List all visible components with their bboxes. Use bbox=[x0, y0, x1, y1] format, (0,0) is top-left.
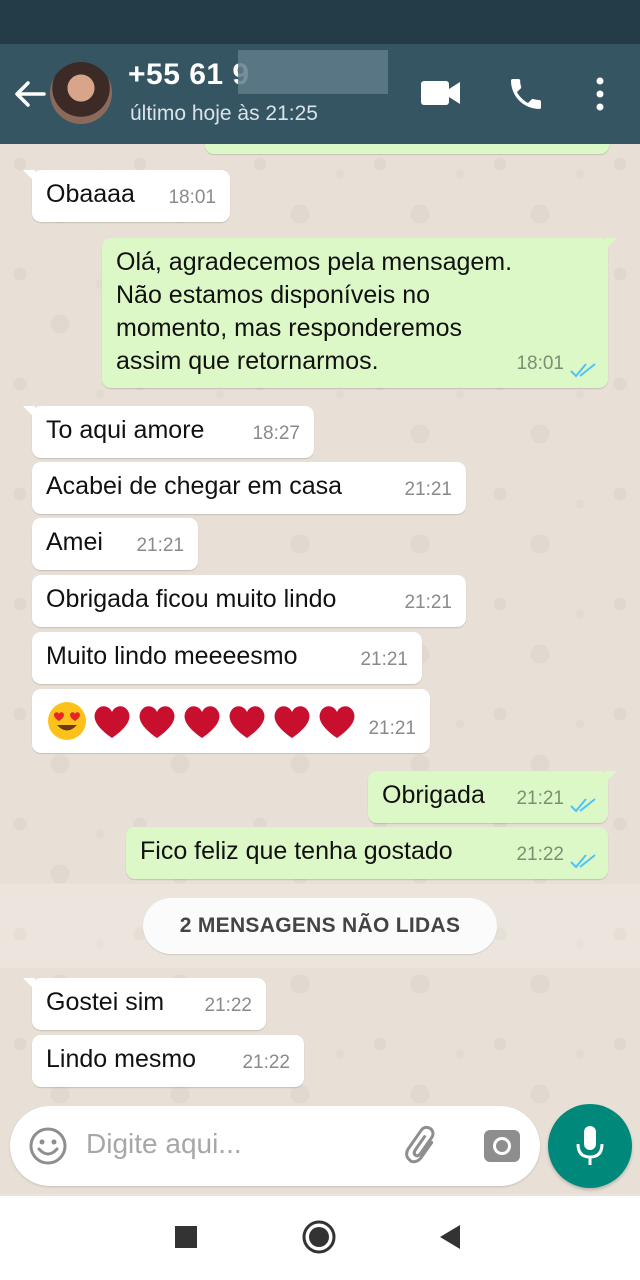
message-bubble-incoming[interactable]: 21:21 bbox=[32, 689, 430, 753]
emoji-row bbox=[46, 697, 416, 745]
message-time: 18:27 bbox=[252, 423, 300, 444]
message-text: Obrigada bbox=[382, 781, 485, 809]
message-text: To aqui amore bbox=[46, 416, 205, 444]
message-bubble-incoming[interactable]: Gostei sim 21:22 bbox=[23, 978, 266, 1030]
message-bubble-incoming[interactable]: Acabei de chegar em casa 21:21 bbox=[32, 462, 466, 514]
camera-icon[interactable] bbox=[482, 1126, 522, 1166]
heart-emoji bbox=[274, 706, 310, 738]
message-time: 21:22 bbox=[242, 1052, 290, 1073]
message-time: 18:01 bbox=[516, 353, 564, 374]
last-seen-status: último hoje às 21:25 bbox=[130, 102, 318, 125]
message-time: 21:21 bbox=[516, 788, 564, 809]
message-composer[interactable]: Digite aqui... bbox=[10, 1106, 540, 1186]
message-list[interactable]: Obaaaa 18:01 Olá, agradecemos pela mensa… bbox=[0, 144, 640, 1194]
message-input[interactable]: Digite aqui... bbox=[86, 1128, 242, 1160]
message-bubble-outgoing[interactable]: Fico feliz que tenha gostado 21:22 bbox=[126, 827, 608, 879]
message-time: 21:21 bbox=[136, 535, 184, 556]
heart-emoji bbox=[229, 706, 265, 738]
message-bubble-incoming[interactable]: Obrigada ficou muito lindo 21:21 bbox=[32, 575, 466, 627]
message-bubble-incoming[interactable]: Muito lindo meeeesmo 21:21 bbox=[32, 632, 422, 684]
emoji-icon[interactable] bbox=[28, 1126, 68, 1166]
message-text: Amei bbox=[46, 528, 103, 556]
back-arrow-icon[interactable] bbox=[10, 74, 50, 114]
system-nav-bar bbox=[0, 1196, 640, 1280]
message-bubble-partial bbox=[205, 144, 609, 154]
message-text: Lindo mesmo bbox=[46, 1045, 197, 1073]
heart-eyes-emoji bbox=[48, 702, 86, 740]
chat-header: +55 61 9 último hoje às 21:25 bbox=[0, 44, 640, 144]
message-time: 21:22 bbox=[516, 844, 564, 865]
message-time: 21:21 bbox=[404, 592, 452, 613]
message-text: Obaaaa bbox=[46, 180, 135, 208]
message-text: Muito lindo meeeesmo bbox=[46, 642, 298, 670]
redaction-block bbox=[238, 50, 388, 94]
message-bubble-outgoing[interactable]: Obrigada 21:21 bbox=[368, 771, 617, 823]
message-time: 21:21 bbox=[360, 649, 408, 670]
video-call-icon[interactable] bbox=[420, 78, 462, 108]
message-text: Olá, agradecemos pela mensagem. Não esta… bbox=[116, 248, 513, 375]
message-bubble-incoming[interactable]: Amei 21:21 bbox=[32, 518, 198, 570]
read-receipt-icon bbox=[570, 854, 596, 869]
read-receipt-icon bbox=[570, 798, 596, 813]
contact-name[interactable]: +55 61 9 bbox=[128, 58, 250, 92]
voice-call-icon[interactable] bbox=[506, 74, 546, 114]
more-options-icon[interactable] bbox=[590, 76, 610, 112]
status-bar bbox=[0, 0, 640, 44]
unread-messages-banner: 2 MENSAGENS NÃO LIDAS bbox=[143, 898, 497, 954]
message-time: 21:21 bbox=[404, 479, 452, 500]
message-time: 18:01 bbox=[168, 187, 216, 208]
back-icon[interactable] bbox=[438, 1224, 462, 1250]
message-text: Acabei de chegar em casa bbox=[46, 472, 343, 500]
message-time: 21:21 bbox=[368, 718, 416, 739]
message-bubble-incoming[interactable]: To aqui amore 18:27 bbox=[23, 406, 314, 458]
message-text: Fico feliz que tenha gostado bbox=[140, 837, 453, 865]
heart-emoji bbox=[184, 706, 220, 738]
recents-icon[interactable] bbox=[175, 1226, 197, 1248]
message-bubble-incoming[interactable]: Lindo mesmo 21:22 bbox=[32, 1035, 304, 1087]
message-bubble-outgoing[interactable]: Olá, agradecemos pela mensagem. Não esta… bbox=[102, 238, 617, 388]
paperclip-icon[interactable] bbox=[402, 1124, 444, 1166]
heart-emoji bbox=[94, 706, 130, 738]
read-receipt-icon bbox=[570, 363, 596, 378]
heart-emoji bbox=[319, 706, 355, 738]
mic-button[interactable] bbox=[548, 1104, 632, 1188]
home-icon[interactable] bbox=[302, 1220, 336, 1254]
message-bubble-incoming[interactable]: Obaaaa 18:01 bbox=[23, 170, 230, 222]
message-text: Gostei sim bbox=[46, 988, 165, 1016]
mic-icon bbox=[576, 1126, 604, 1165]
heart-emoji bbox=[139, 706, 175, 738]
message-time: 21:22 bbox=[204, 995, 252, 1016]
avatar[interactable] bbox=[50, 62, 112, 124]
message-text: Obrigada ficou muito lindo bbox=[46, 585, 337, 613]
